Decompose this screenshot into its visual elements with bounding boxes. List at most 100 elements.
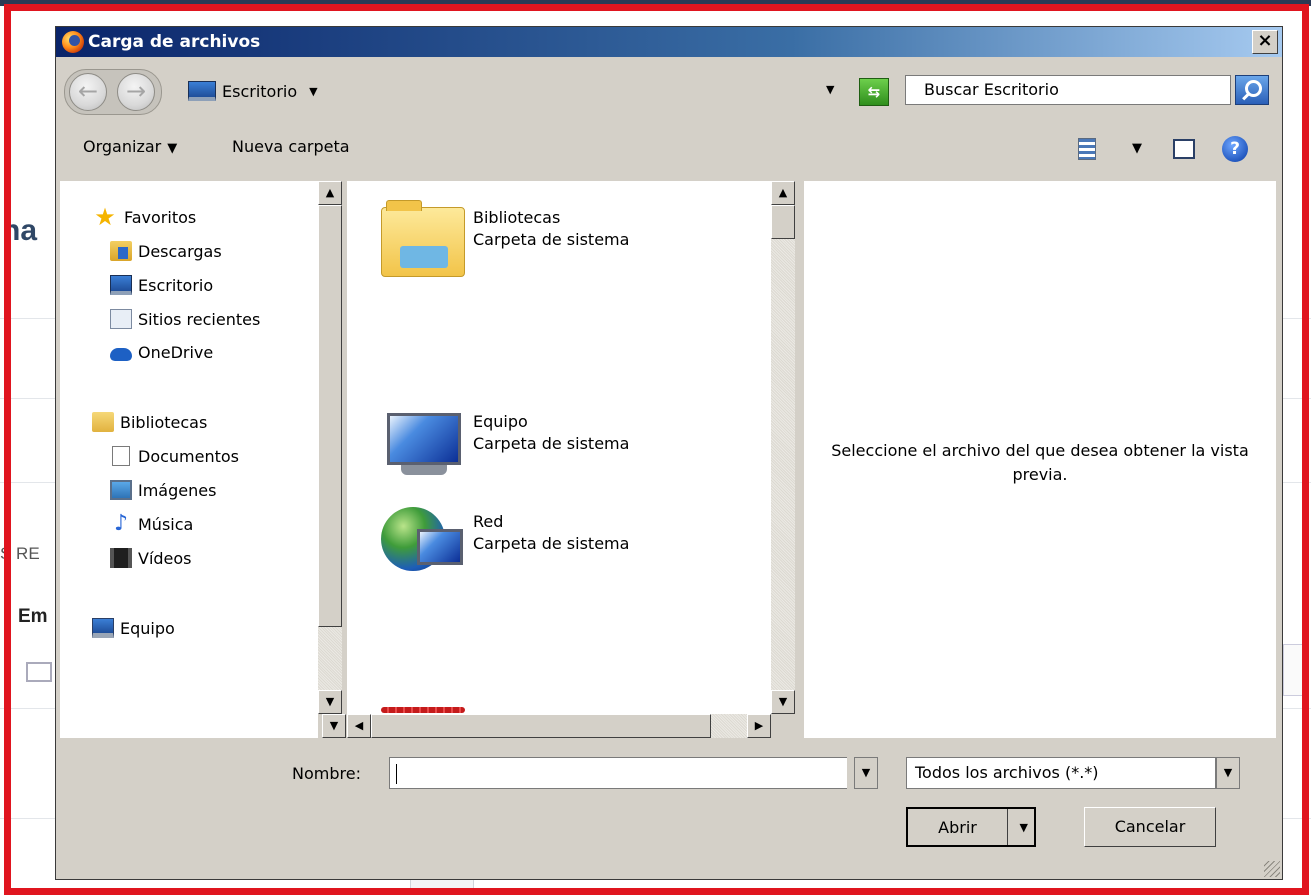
recent-places-icon	[110, 309, 132, 329]
navigation-pane: ★ Favoritos Descargas Escritorio Sitios …	[60, 181, 318, 738]
nav-item-downloads[interactable]: Descargas	[110, 241, 222, 261]
partially-visible-item-icon[interactable]	[381, 707, 465, 713]
nav-item-documents[interactable]: Documentos	[110, 446, 239, 466]
view-options-dropdown[interactable]: ▼	[1132, 141, 1142, 156]
help-icon[interactable]: ?	[1222, 136, 1248, 162]
forward-button[interactable]: →	[117, 73, 155, 111]
nav-item-label: Sitios recientes	[138, 309, 261, 329]
nav-item-label: Música	[138, 514, 194, 534]
file-name-label: Nombre:	[292, 764, 361, 783]
file-list-horizontal-scrollbar[interactable]: ◀ ▶	[347, 714, 771, 738]
nav-item-label: Imágenes	[138, 480, 217, 500]
desktop-icon	[110, 275, 132, 295]
horizontal-scroll-thumb[interactable]	[371, 714, 711, 738]
background-input-fragment	[1283, 644, 1307, 696]
chevron-down-icon: ▼	[167, 141, 178, 156]
background-title-fragment: na	[2, 214, 38, 247]
file-item-type: Carpeta de sistema	[473, 434, 630, 453]
file-item-type: Carpeta de sistema	[473, 230, 630, 249]
scroll-up-button[interactable]: ▲	[771, 181, 795, 205]
libraries-icon	[92, 412, 114, 432]
file-list-scrollbar[interactable]: ▲ ▼	[771, 181, 795, 714]
nav-item-music[interactable]: ♪ Música	[110, 511, 194, 536]
file-list-pane: Bibliotecas Carpeta de sistema Equipo Ca…	[347, 181, 771, 738]
file-type-dropdown[interactable]: ▼	[1216, 757, 1240, 789]
file-item-name: Equipo	[473, 412, 528, 431]
star-icon: ★	[94, 203, 116, 231]
chevron-down-icon[interactable]: ▼	[309, 85, 317, 98]
nav-pane-scrollbar[interactable]: ▲ ▼	[318, 181, 342, 714]
nav-favorites-label: Favoritos	[124, 207, 197, 227]
nav-item-label: Vídeos	[138, 548, 192, 568]
network-icon	[381, 503, 465, 579]
background-top-bar	[0, 0, 1311, 6]
organize-label: Organizar	[83, 137, 162, 156]
file-scroll-thumb[interactable]	[771, 205, 795, 239]
nav-scroll-left-button[interactable]: ▼	[322, 714, 346, 738]
videos-icon	[110, 548, 132, 568]
refresh-button[interactable]: ⇆	[859, 78, 889, 106]
nav-item-recent-places[interactable]: Sitios recientes	[110, 309, 260, 329]
address-history-dropdown[interactable]: ▼	[826, 83, 834, 96]
file-item-network[interactable]: Red Carpeta de sistema	[381, 503, 629, 579]
file-type-select[interactable]: Todos los archivos (*.*)	[906, 757, 1216, 789]
open-button[interactable]: Abrir ▼	[906, 807, 1036, 847]
change-view-icon[interactable]	[1078, 138, 1096, 160]
file-item-computer[interactable]: Equipo Carpeta de sistema	[381, 403, 629, 479]
preview-message: Seleccione el archivo del que desea obte…	[831, 441, 1249, 484]
close-button[interactable]: ×	[1252, 30, 1278, 54]
breadcrumb-location[interactable]: Escritorio	[222, 82, 297, 101]
file-name-input[interactable]	[389, 757, 847, 789]
nav-item-videos[interactable]: Vídeos	[110, 548, 192, 568]
resize-grip[interactable]	[1264, 861, 1280, 877]
nav-item-label: Descargas	[138, 241, 222, 261]
nav-item-onedrive[interactable]: OneDrive	[110, 343, 213, 362]
cancel-button[interactable]: Cancelar	[1084, 807, 1216, 847]
command-toolbar: Organizar ▼ Nueva carpeta ▼ ?	[56, 119, 1282, 177]
firefox-icon	[62, 31, 84, 53]
scroll-right-button[interactable]: ▶	[747, 714, 771, 738]
chevron-down-icon[interactable]: ▼	[1020, 809, 1028, 847]
file-name-dropdown[interactable]: ▼	[854, 757, 878, 789]
nav-libraries-label: Bibliotecas	[120, 412, 208, 432]
back-button[interactable]: ←	[69, 73, 107, 111]
preview-pane: Seleccione el archivo del que desea obte…	[804, 181, 1276, 738]
scroll-left-button[interactable]: ◀	[347, 714, 371, 738]
file-item-libraries[interactable]: Bibliotecas Carpeta de sistema	[381, 199, 629, 277]
nav-favorites-header[interactable]: ★ Favoritos	[92, 203, 197, 231]
new-folder-button[interactable]: Nueva carpeta	[232, 137, 350, 156]
music-icon: ♪	[113, 511, 129, 536]
search-input[interactable]: Buscar Escritorio	[905, 75, 1231, 105]
libraries-folder-icon	[381, 200, 465, 277]
nav-item-label: OneDrive	[138, 343, 214, 362]
computer-icon	[92, 618, 114, 638]
nav-item-label: Escritorio	[138, 275, 214, 295]
scroll-up-button[interactable]: ▲	[318, 181, 342, 205]
preview-pane-icon[interactable]	[1173, 139, 1195, 159]
scroll-down-button[interactable]: ▼	[318, 690, 342, 714]
search-icon[interactable]	[1235, 75, 1269, 105]
nav-item-desktop[interactable]: Escritorio	[110, 275, 213, 295]
background-label-fragment: Em	[18, 606, 48, 627]
open-button-label[interactable]: Abrir	[908, 809, 1008, 845]
documents-icon	[112, 446, 130, 466]
background-section-fragment: S RE	[0, 544, 40, 563]
dialog-title: Carga de archivos	[88, 32, 261, 52]
nav-item-computer[interactable]: Equipo	[92, 618, 175, 638]
file-upload-dialog: Carga de archivos × ← → Escritorio ▼ ▼ ⇆…	[55, 26, 1283, 880]
navigation-buttons: ← →	[64, 69, 162, 115]
organize-button[interactable]: Organizar ▼	[83, 137, 177, 156]
nav-scroll-thumb[interactable]	[318, 205, 342, 627]
file-item-text: Bibliotecas Carpeta de sistema	[473, 207, 629, 251]
nav-libraries-header[interactable]: Bibliotecas	[92, 412, 207, 432]
scroll-down-button[interactable]: ▼	[771, 690, 795, 714]
address-breadcrumb[interactable]: Escritorio ▼	[188, 75, 843, 107]
dialog-titlebar[interactable]: Carga de archivos ×	[56, 27, 1282, 57]
nav-item-label: Equipo	[120, 618, 175, 638]
nav-item-label: Documentos	[138, 446, 240, 466]
onedrive-icon	[110, 348, 132, 361]
address-bar-row: ← → Escritorio ▼ ▼ ⇆ Buscar Escritorio	[56, 63, 1282, 119]
file-item-text: Red Carpeta de sistema	[473, 511, 629, 555]
background-button-fragment	[410, 878, 474, 895]
nav-item-pictures[interactable]: Imágenes	[110, 480, 216, 500]
